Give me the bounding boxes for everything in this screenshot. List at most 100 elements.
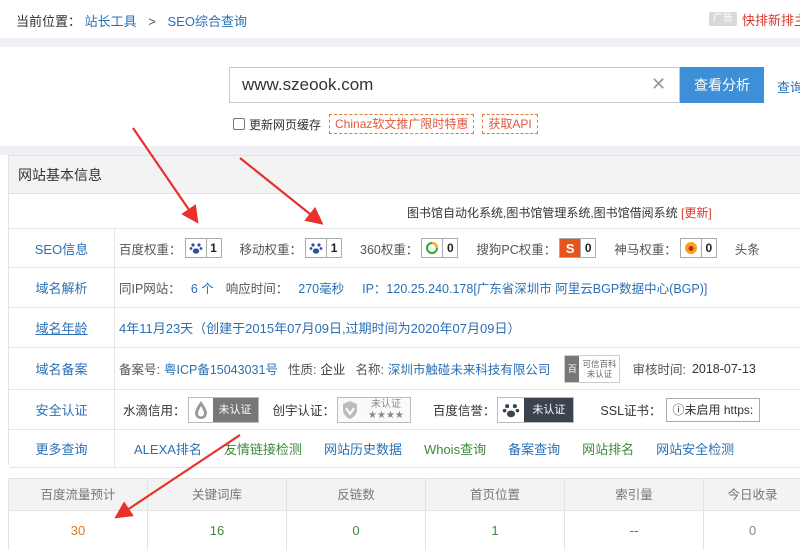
breadcrumb-current[interactable]: SEO综合查询	[168, 14, 247, 29]
stats-value-homepage-position[interactable]: 1	[426, 511, 565, 550]
stats-value-backlinks[interactable]: 0	[287, 511, 426, 550]
icp-number-label: 备案号:	[119, 363, 160, 377]
sogou-weight: 搜狗PC权重： S 0	[476, 238, 597, 258]
divider	[0, 146, 800, 155]
same-ip-value[interactable]: 6 个	[191, 278, 214, 297]
more-link-security[interactable]: 网站安全检测	[656, 439, 734, 458]
query-link[interactable]: 查询	[777, 77, 800, 96]
shield-check-icon	[338, 398, 362, 422]
baidu-credit-badge[interactable]: 未认证	[497, 396, 575, 423]
stats-header: 索引量	[565, 479, 704, 512]
security-row: 安全认证 水滴信用： 未认证 创宇认证： 未认证 ★★★★ 百度信誉： 未认证 …	[9, 390, 800, 430]
domain-age-label[interactable]: 域名年龄	[9, 308, 115, 347]
baidu-credit-label: 百度信誉：	[432, 404, 496, 418]
breadcrumb-separator: >	[148, 14, 156, 29]
baidu-weight-badge[interactable]: 1	[184, 238, 222, 258]
mobile-weight-label: 移动权重：	[239, 242, 303, 257]
stats-table: 百度流量预计 关键词库 反链数 首页位置 索引量 今日收录 30 16 0 1 …	[8, 478, 800, 550]
breadcrumb-home-link[interactable]: 站长工具	[85, 14, 137, 29]
stats-value-traffic[interactable]: 30	[9, 511, 148, 550]
stats-header: 百度流量预计	[9, 479, 148, 512]
dns-label[interactable]: 域名解析	[9, 268, 115, 307]
baidu-paw-icon	[498, 397, 525, 422]
site-keywords-text: 图书馆自动化系统,图书馆管理系统,图书馆借阅系统	[407, 206, 678, 220]
mobile-weight-badge[interactable]: 1	[305, 238, 343, 258]
sogou-weight-label: 搜狗PC权重：	[476, 242, 557, 257]
baike-line-1: 可信百科	[582, 358, 617, 369]
stats-value-index[interactable]: --	[565, 511, 704, 550]
stats-header: 反链数	[287, 479, 426, 512]
mobile-weight-value: 1	[326, 239, 341, 257]
stats-header: 今日收录	[727, 488, 778, 502]
icp-label[interactable]: 域名备案	[9, 348, 115, 389]
update-link[interactable]: [更新]	[681, 206, 712, 220]
water-drop-icon	[189, 398, 213, 422]
chuangyu-stars: ★★★★	[368, 409, 404, 421]
search-input[interactable]	[230, 68, 650, 102]
toutiao-weight-label: 头条	[734, 242, 760, 257]
chuangyu-badge[interactable]: 未认证 ★★★★	[337, 396, 411, 423]
icp-nature-label: 性质:	[287, 363, 317, 377]
breadcrumb: 当前位置： 站长工具 > SEO综合查询	[16, 11, 247, 30]
domain-age-value: 4年11月23天（创建于2015年07月09日,过期时间为2020年07月09日…	[119, 321, 521, 336]
chuangyu-status: 未认证	[370, 398, 401, 410]
seo-values: 百度权重： 1 移动权重： 1 360权重： 0 搜狗PC权重： S 0 神马权…	[119, 229, 760, 267]
more-link-alexa[interactable]: ALEXA排名	[134, 439, 202, 458]
water-credit-badge[interactable]: 未认证	[187, 396, 259, 423]
stats-value-keywords[interactable]: 16	[148, 511, 287, 550]
review-time-label: 审核时间:	[632, 363, 686, 377]
more-link-history[interactable]: 网站历史数据	[324, 439, 402, 458]
more-link-icp[interactable]: 备案查询	[508, 439, 560, 458]
seo-row: SEO信息 百度权重： 1 移动权重： 1 360权重： 0 搜狗PC权重： S…	[9, 228, 800, 268]
ip-address-link[interactable]: IP：120.25.240.178[广东省深圳市 阿里云BGP数据中心(BGP)…	[362, 278, 707, 297]
more-links: ALEXA排名 友情链接检测 网站历史数据 Whois查询 备案查询 网站排名 …	[134, 430, 756, 467]
baidu-paw-icon	[306, 239, 326, 257]
baike-text: 可信百科 未认证	[579, 359, 619, 379]
icp-name-label: 名称:	[355, 363, 384, 377]
stats-header-row: 百度流量预计 关键词库 反链数 首页位置 索引量 今日收录	[9, 478, 800, 512]
more-link-ranking[interactable]: 网站排名	[582, 439, 634, 458]
response-time-label: 响应时间：	[225, 282, 289, 296]
refresh-cache-checkbox[interactable]	[233, 118, 245, 130]
api-link[interactable]: 获取API	[482, 114, 538, 134]
promo-link[interactable]: Chinaz软文推广限时特惠	[329, 114, 475, 134]
more-link-whois[interactable]: Whois查询	[424, 439, 486, 458]
dns-values: 同IP网站： 6 个 响应时间： 270毫秒 IP：120.25.240.178…	[119, 268, 707, 307]
shenma-weight-badge[interactable]: 0	[679, 238, 717, 258]
icp-values: 备案号: 粤ICP备15043031号 性质: 企业 名称: 深圳市触碰未来科技…	[119, 348, 756, 389]
shenma-weight: 神马权重： 0	[614, 238, 717, 258]
weight-360: 360权重： 0	[360, 238, 459, 258]
response-time-value: 270毫秒	[298, 282, 345, 296]
stats-header: 首页位置	[426, 479, 565, 512]
sogou-weight-badge[interactable]: S 0	[559, 238, 597, 258]
ssl-label: SSL证书：	[600, 404, 662, 418]
site-keywords: 图书馆自动化系统,图书馆管理系统,图书馆借阅系统 [更新]	[407, 204, 712, 221]
domain-age-values: 4年11月23天（创建于2015年07月09日,过期时间为2020年07月09日…	[119, 308, 520, 347]
same-ip-label: 同IP网站：	[119, 282, 181, 296]
security-label[interactable]: 安全认证	[9, 390, 115, 429]
icp-name-link[interactable]: 深圳市触碰未来科技有限公司	[388, 359, 551, 378]
icp-number-link[interactable]: 粤ICP备15043031号	[164, 359, 278, 378]
close-icon[interactable]: ✕	[651, 74, 666, 94]
stats-value-today-indexed[interactable]: 0	[704, 511, 800, 550]
stats-value-row: 30 16 0 1 -- 0	[9, 511, 800, 550]
weight-360-label: 360权重：	[360, 242, 419, 257]
weight-360-badge[interactable]: 0	[421, 238, 459, 258]
sogou-weight-value: 0	[580, 239, 595, 257]
dns-row: 域名解析 同IP网站： 6 个 响应时间： 270毫秒 IP：120.25.24…	[9, 268, 800, 308]
chuangyu-label: 创宇认证：	[272, 404, 336, 418]
ad-link[interactable]: 快排新排主	[742, 10, 800, 29]
ssl-status[interactable]: ⓘ未启用 https:	[665, 397, 761, 422]
more-label[interactable]: 更多查询	[9, 430, 115, 467]
review-time-value: 2018-07-13	[691, 361, 756, 376]
security-values: 水滴信用： 未认证 创宇认证： 未认证 ★★★★ 百度信誉： 未认证 SSL证书…	[123, 390, 761, 429]
baike-icon: 百	[565, 355, 580, 382]
top-bar: 当前位置： 站长工具 > SEO综合查询 广告 快排新排主	[0, 0, 800, 38]
analyze-button[interactable]: 查看分析	[680, 67, 764, 103]
baidu-credit-status: 未认证	[524, 397, 574, 422]
baike-badge[interactable]: 百 可信百科 未认证	[564, 354, 621, 383]
more-link-friendlinks[interactable]: 友情链接检测	[224, 439, 302, 458]
seo-label[interactable]: SEO信息	[9, 229, 115, 267]
baidu-weight-value: 1	[205, 239, 221, 257]
search-box	[229, 67, 680, 103]
